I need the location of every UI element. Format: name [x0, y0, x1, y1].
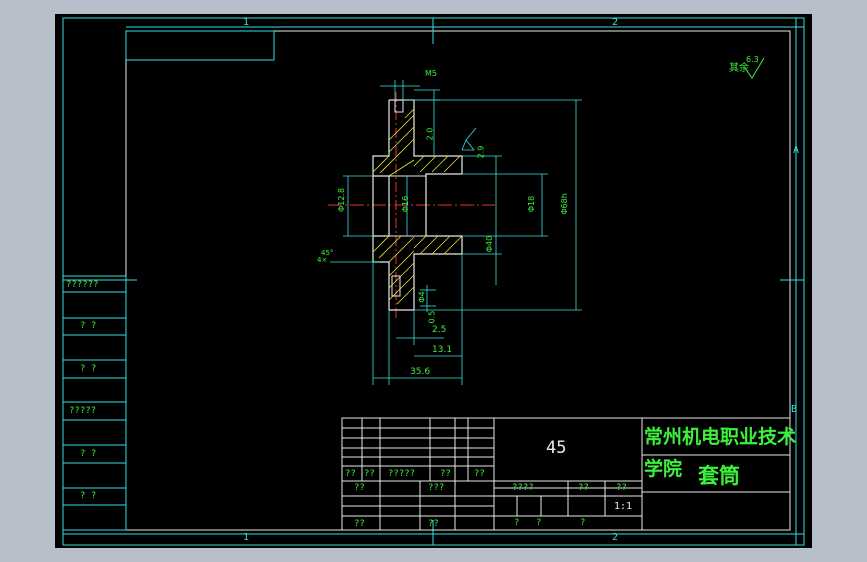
dim-m5: M5: [425, 69, 437, 78]
dim-13-1: 13.1: [432, 345, 453, 355]
dim-2-9: 2.9: [476, 145, 486, 159]
tb-r1-c2: ??: [364, 469, 375, 479]
dim-35-6: 35.6: [410, 367, 431, 377]
dim-phi-outer: Φ68h: [559, 193, 569, 215]
left-column-label-5: ? ?: [80, 449, 97, 459]
dim-0-5: 0.5: [427, 310, 437, 324]
tb-r3-c1: ??: [354, 519, 365, 529]
part-name: 套筒: [698, 464, 740, 488]
dim-phi-18: Φ18: [527, 195, 537, 213]
dim-phi-12-8: Φ12.8: [337, 187, 347, 213]
zone-letter-a: A: [793, 145, 800, 156]
tb-bot-c1: ?: [514, 518, 520, 528]
company-name-line2: 学院: [644, 458, 683, 480]
company-name-line1: 常州机电职业技术: [644, 426, 797, 448]
scale-value: 1:1: [614, 501, 633, 512]
zone-number-2-top: 2: [612, 17, 619, 28]
tb-mid-c3: ??: [616, 483, 627, 493]
tb-mid-c2: ??: [578, 483, 589, 493]
left-column-label-3: ? ?: [80, 364, 97, 374]
material-label: 45: [546, 438, 567, 458]
dim-2-5: 2.5: [432, 325, 447, 335]
dim-phi-16: Φ16: [401, 195, 411, 213]
zone-number-1-bottom: 1: [243, 532, 250, 543]
roughness-note-text: 其余: [729, 63, 749, 74]
dim-chamfer-size: 4×: [317, 256, 328, 264]
tb-r1-c4: ??: [440, 469, 451, 479]
roughness-note-value: 6.3: [746, 55, 759, 64]
dim-phi-40: Φ40: [485, 235, 495, 253]
tb-r1-c3: ?????: [388, 469, 416, 479]
zone-number-1-top: 1: [243, 17, 250, 28]
dim-2-0: 2.0: [425, 127, 435, 141]
left-column-label-2: ? ?: [80, 321, 97, 331]
tb-mid-c1: ????: [512, 483, 534, 493]
tb-bot-c3: ?: [580, 518, 586, 528]
tb-r2-c1: ??: [354, 483, 365, 493]
left-column-label-1: ??????: [66, 280, 99, 290]
tb-r1-c5: ??: [474, 469, 485, 479]
tb-r1-c1: ??: [345, 469, 356, 479]
tb-bot-c2: ?: [536, 518, 542, 528]
zone-letter-b: B: [791, 404, 798, 415]
tb-r3-c2: ??: [428, 519, 439, 529]
left-column-label-4: ?????: [69, 406, 97, 416]
tb-r2-c2: ???: [428, 483, 445, 493]
left-column-label-6: ? ?: [80, 491, 97, 501]
dim-phi-4: Φ4: [417, 291, 427, 303]
zone-number-2-bottom: 2: [612, 532, 619, 543]
